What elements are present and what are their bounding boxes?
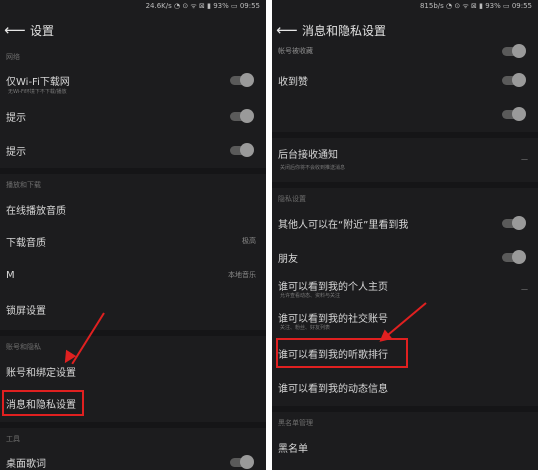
divider (0, 330, 266, 336)
section-header-blacklist: 黑名单管理 (278, 419, 313, 427)
unnamed-toggle[interactable] (502, 106, 526, 121)
lockscreen-settings-row[interactable]: 锁屏设置 (0, 294, 266, 324)
tip-toggle-1[interactable] (230, 108, 254, 123)
section-header-playback: 播放和下载 (6, 181, 41, 189)
highlight-box (276, 338, 408, 368)
tip-row-1[interactable]: 提示 (0, 102, 266, 130)
collected-row[interactable]: 帐号被收藏 (272, 43, 538, 58)
wifi-only-toggle[interactable] (230, 72, 254, 87)
section-header-privacy: 隐私设置 (278, 195, 306, 203)
tip-toggle-2[interactable] (230, 142, 254, 157)
section-header-account: 账号和隐私 (6, 343, 41, 351)
settings-screen: 24.6K/s ◔ ⊙ ᯤ ⊠ ▮ 93% ▭ 09:55 ⟵ 设置 网络 仅W… (0, 0, 266, 470)
status-bar: 815b/s ◔ ⊙ ᯤ ⊠ ▮ 93% ▭ 09:55 (419, 2, 532, 10)
friends-row[interactable]: 朋友 (272, 242, 538, 272)
back-arrow-icon[interactable]: ⟵ (272, 21, 302, 39)
storage-row[interactable]: M 本地音乐 (0, 260, 266, 290)
divider (0, 422, 266, 428)
divider (272, 132, 538, 138)
nearby-visible-toggle[interactable] (502, 215, 526, 230)
received-like-toggle[interactable] (502, 72, 526, 87)
section-header-tools: 工具 (6, 435, 20, 443)
dynamic-info-visibility-row[interactable]: 谁可以看到我的动态信息 (272, 372, 538, 402)
status-bar: 24.6K/s ◔ ⊙ ᯤ ⊠ ▮ 93% ▭ 09:55 (145, 2, 260, 10)
unnamed-toggle-row[interactable] (272, 100, 538, 128)
highlight-box (2, 390, 84, 416)
blacklist-row[interactable]: 黑名单 (272, 432, 538, 462)
page-title: 消息和隐私设置 (302, 23, 387, 38)
message-privacy-screen: 815b/s ◔ ⊙ ᯤ ⊠ ▮ 93% ▭ 09:55 ⟵ 消息和隐私设置 帐… (272, 0, 538, 470)
title-bar: ⟵ 消息和隐私设置 (272, 14, 538, 46)
divider (272, 182, 538, 188)
title-bar: ⟵ 设置 (0, 14, 266, 46)
divider (272, 406, 538, 412)
received-like-row[interactable]: 收到赞 (272, 66, 538, 94)
stream-quality-row[interactable]: 在线播放音质 (0, 194, 266, 224)
wifi-only-download-row[interactable]: 仅Wi-Fi下载网 无Wi-Fi环境下不下载/播放 (0, 64, 266, 96)
divider (0, 168, 266, 174)
friends-toggle[interactable] (502, 249, 526, 264)
desktop-lyrics-row[interactable]: 桌面歌词 (0, 448, 266, 470)
section-header-network: 网络 (6, 53, 20, 61)
tip-row-2[interactable]: 提示 (0, 136, 266, 164)
back-arrow-icon[interactable]: ⟵ (0, 21, 30, 39)
profile-visibility-row[interactable]: 谁可以看到我的个人主页 允许查看动态、资料与关注 — (272, 274, 538, 304)
background-notification-row[interactable]: 后台接收通知 关闭后你将不会收到推送消息 — (272, 142, 538, 176)
download-quality-row[interactable]: 下载音质 极高 (0, 226, 266, 256)
collected-toggle[interactable] (502, 43, 526, 58)
account-binding-row[interactable]: 账号和绑定设置 (0, 356, 266, 386)
nearby-visible-row[interactable]: 其他人可以在“附近”里看到我 (272, 208, 538, 238)
desktop-lyrics-toggle[interactable] (230, 454, 254, 469)
page-title: 设置 (30, 23, 55, 38)
